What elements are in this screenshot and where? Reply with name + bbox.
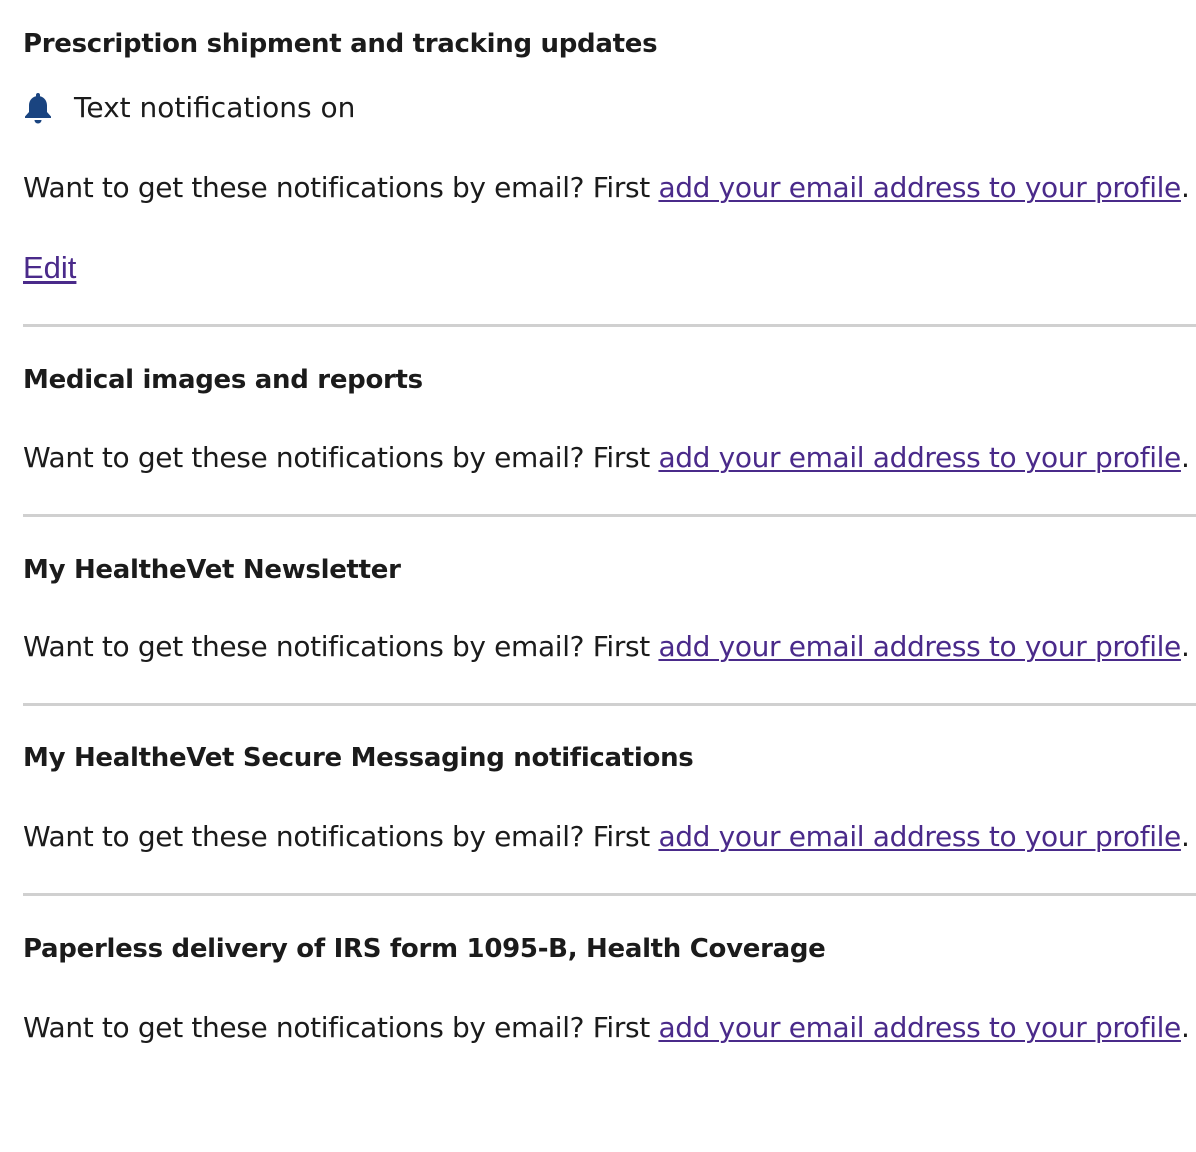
prompt-suffix: . [1180,820,1190,853]
prompt-suffix: . [1180,1011,1190,1044]
prompt-suffix: . [1180,171,1190,204]
prompt-text: Want to get these notifications by email… [23,441,659,474]
prompt-text: Want to get these notifications by email… [23,1011,659,1044]
section-title: My HealtheVet Newsletter [23,555,401,585]
prompt-text: Want to get these notifications by email… [23,630,659,663]
email-prompt: Want to get these notifications by email… [23,630,1196,664]
prompt-suffix: . [1180,630,1190,663]
status-text: Text notifications on [74,91,356,124]
section-secure-messaging: My HealtheVet Secure Messaging notificat… [23,706,1196,854]
add-email-link[interactable]: add your email address to your profile [658,441,1181,474]
email-prompt: Want to get these notifications by email… [23,171,1196,205]
section-medical-images: Medical images and reports Want to get t… [23,327,1196,475]
edit-link[interactable]: Edit [23,251,76,285]
section-title: Medical images and reports [23,365,423,395]
section-newsletter: My HealtheVet Newsletter Want to get the… [23,517,1196,664]
notification-status: Text notifications on [23,91,1196,125]
prompt-text: Want to get these notifications by email… [23,171,659,204]
notification-settings: Prescription shipment and tracking updat… [0,0,1196,1045]
section-paperless-delivery: Paperless delivery of IRS form 1095-B, H… [23,896,1196,1045]
add-email-link[interactable]: add your email address to your profile [658,820,1181,853]
prompt-text: Want to get these notifications by email… [23,820,659,853]
section-title: Paperless delivery of IRS form 1095-B, H… [23,934,826,964]
add-email-link[interactable]: add your email address to your profile [658,1011,1181,1044]
section-title: Prescription shipment and tracking updat… [23,29,658,59]
section-prescription-updates: Prescription shipment and tracking updat… [23,0,1196,285]
email-prompt: Want to get these notifications by email… [23,441,1196,475]
bell-icon [23,91,53,125]
add-email-link[interactable]: add your email address to your profile [658,630,1181,663]
prompt-suffix: . [1180,441,1190,474]
email-prompt: Want to get these notifications by email… [23,1011,1196,1045]
add-email-link[interactable]: add your email address to your profile [658,171,1181,204]
email-prompt: Want to get these notifications by email… [23,820,1196,854]
section-title: My HealtheVet Secure Messaging notificat… [23,743,694,773]
